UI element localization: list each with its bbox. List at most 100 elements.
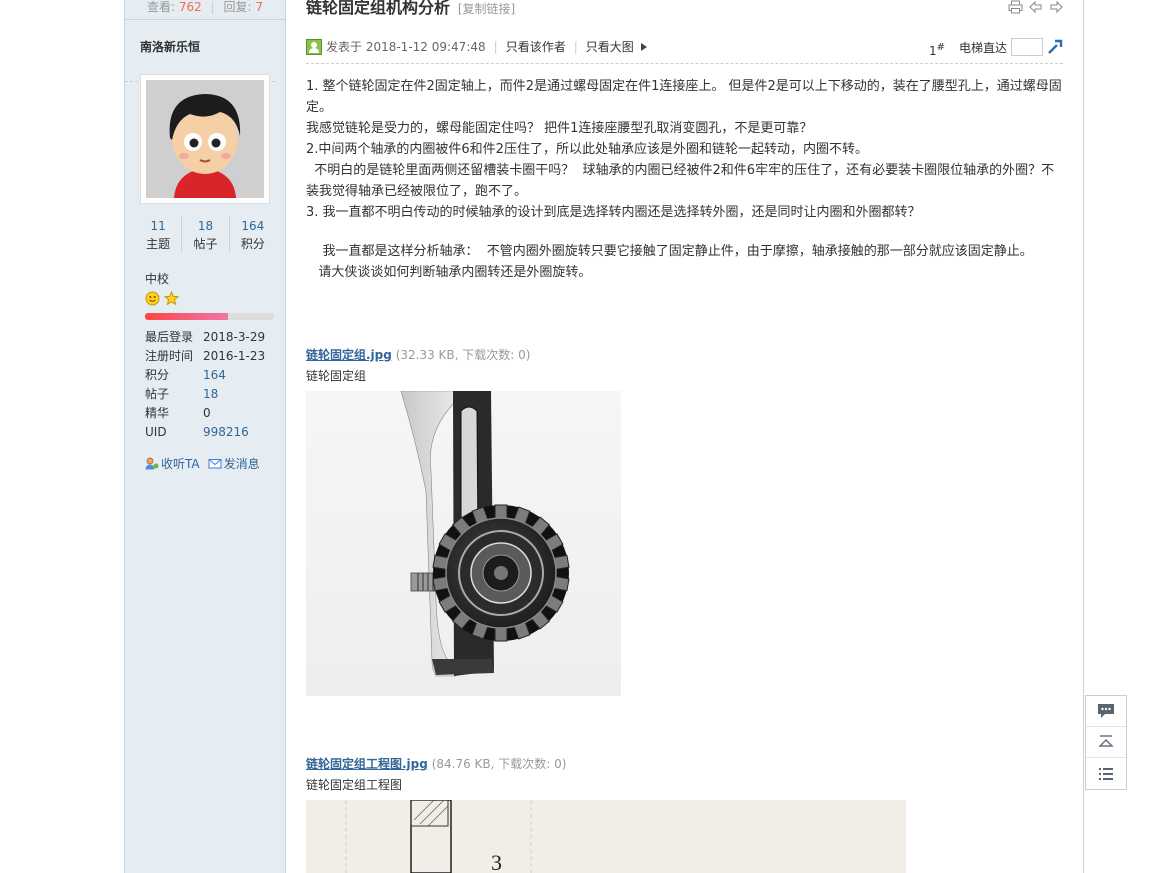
stat-label: 积分 xyxy=(240,237,265,251)
info-value-link[interactable]: 18 xyxy=(203,385,218,404)
post-paragraph xyxy=(306,223,1063,241)
post-paragraph: 我一直都是这样分析轴承： 不管内圈外圈旋转只要它接触了固定静止件，由于摩擦，轴承… xyxy=(306,244,1033,259)
attachment: 链轮固定组.jpg (32.33 KB, 下载次数: 0) 链轮固定组 xyxy=(306,346,530,383)
post-content: 1. 整个链轮固定在件2固定轴上，而件2是通过螺母固定在件1连接座上。 但是件2… xyxy=(306,76,1063,283)
level-progress-bar xyxy=(145,313,274,320)
stat-value: 18 xyxy=(197,219,214,233)
level-progress-fill xyxy=(145,313,228,320)
attachment-filename[interactable]: 链轮固定组.jpg xyxy=(306,348,392,362)
info-row: 积分 164 xyxy=(145,366,265,385)
info-key: 帖子 xyxy=(145,387,170,401)
replies-count: 7 xyxy=(255,0,263,14)
follow-label: 收听TA xyxy=(161,457,200,471)
envelope-icon xyxy=(208,459,222,469)
back-to-top-button[interactable] xyxy=(1086,727,1126,758)
info-row: 帖子 18 xyxy=(145,385,265,404)
author-stats: 11 主题 18 帖子 164 积分 xyxy=(135,216,276,252)
stat-value: 164 xyxy=(241,219,265,233)
info-key: 最后登录 xyxy=(145,330,194,344)
online-user-icon xyxy=(306,38,322,55)
star-icon xyxy=(163,290,180,306)
quick-reply-button[interactable] xyxy=(1086,696,1126,727)
message-label: 发消息 xyxy=(223,457,260,471)
divider: | xyxy=(573,39,578,54)
info-value: 2016-1-23 xyxy=(203,349,266,363)
rank-badges xyxy=(145,290,180,310)
floor-mark: # xyxy=(936,41,945,53)
author-name[interactable]: 南洛新乐恒 xyxy=(125,20,275,82)
post-time: 发表于 2018-1-12 09:47:48 xyxy=(326,40,486,54)
list-icon xyxy=(1099,767,1113,780)
stat-threads[interactable]: 11 主题 xyxy=(135,216,183,252)
author-actions: 收听TA 发消息 xyxy=(145,455,260,472)
rank-title: 中校 xyxy=(145,272,170,286)
attachment: 链轮固定组工程图.jpg (84.76 KB, 下载次数: 0) 链轮固定组工程… xyxy=(306,755,566,792)
info-value: 0 xyxy=(203,406,211,420)
post-title: 链轮固定组机构分析 xyxy=(306,0,451,17)
next-thread-icon[interactable] xyxy=(1049,0,1063,14)
post-meta-right: 1 # 电梯直达 xyxy=(929,36,1063,58)
stat-value: 11 xyxy=(150,219,166,233)
elevator-label: 电梯直达 xyxy=(958,40,1007,55)
post-paragraph: 请大侠谈谈如何判断轴承内圈转还是外圈旋转。 xyxy=(306,265,592,280)
send-message-button[interactable]: 发消息 xyxy=(208,455,260,472)
post-paragraph: 不明白的是链轮里面两侧还留槽装卡圈干吗？ 球轴承的内圈已经被件2和件6牢牢的压住… xyxy=(306,163,1055,199)
comment-icon xyxy=(1098,704,1114,718)
attachment-caption: 链轮固定组工程图 xyxy=(306,778,403,792)
attachment-meta: (84.76 KB, 下载次数: 0) xyxy=(431,757,567,771)
attachment-caption: 链轮固定组 xyxy=(306,369,367,383)
avatar[interactable] xyxy=(140,74,270,204)
only-big-image-link[interactable]: 只看大图 xyxy=(586,38,634,55)
info-value: 2018-3-29 xyxy=(203,330,266,344)
thread-tools xyxy=(1008,0,1063,14)
attachment-meta: (32.33 KB, 下载次数: 0) xyxy=(395,348,531,362)
author-sidebar: 查看: 762 | 回复: 7 南洛新乐恒 11 主题 18 帖子 164 积分… xyxy=(125,0,286,873)
info-key: 精华 xyxy=(145,406,170,420)
prev-thread-icon[interactable] xyxy=(1029,0,1043,14)
info-row: 注册时间 2016-1-23 xyxy=(145,347,265,366)
stat-points[interactable]: 164 积分 xyxy=(230,216,276,252)
info-value-link[interactable]: 998216 xyxy=(203,423,249,442)
only-author-link[interactable]: 只看该作者 xyxy=(506,38,566,55)
post-paragraph: 1. 整个链轮固定在件2固定轴上，而件2是通过螺母固定在件1连接座上。 但是件2… xyxy=(306,79,1062,115)
info-row: 最后登录 2018-3-29 xyxy=(145,328,265,347)
stat-label: 帖子 xyxy=(193,237,218,251)
info-key: 注册时间 xyxy=(145,349,194,363)
post-paragraph: 2.中间两个轴承的内圈被件6和件2压住了，所以此处轴承应该是外圈和链轮一起转动，… xyxy=(306,142,868,157)
info-value-link[interactable]: 164 xyxy=(203,366,226,385)
info-row: UID 998216 xyxy=(145,423,265,442)
views-label: 查看: xyxy=(147,0,176,14)
thread-stats: 查看: 762 | 回复: 7 xyxy=(125,0,285,20)
divider: | xyxy=(493,39,498,54)
post-title-row: 链轮固定组机构分析 [复制链接] xyxy=(306,0,1063,20)
drawing-part-number: 3 xyxy=(491,850,502,873)
go-arrow-icon[interactable] xyxy=(1047,39,1063,55)
printer-icon[interactable] xyxy=(1008,0,1023,14)
triangle-right-icon[interactable] xyxy=(638,41,650,53)
author-info: 最后登录 2018-3-29 注册时间 2016-1-23 积分 164 帖子 … xyxy=(145,328,265,442)
floor-number: 1 xyxy=(928,44,937,58)
info-key: UID xyxy=(145,425,167,439)
copy-link-button[interactable]: [复制链接] xyxy=(458,2,515,16)
smiley-icon xyxy=(145,291,160,306)
floating-toolbar xyxy=(1085,695,1127,790)
follow-button[interactable]: 收听TA xyxy=(145,455,200,472)
post-meta-left: 发表于 2018-1-12 09:47:48 | 只看该作者 | 只看大图 xyxy=(306,38,650,55)
post-meta: 发表于 2018-1-12 09:47:48 | 只看该作者 | 只看大图 1 … xyxy=(306,36,1063,64)
replies-label: 回复: xyxy=(223,0,252,14)
info-key: 积分 xyxy=(145,368,170,382)
attachment-filename[interactable]: 链轮固定组工程图.jpg xyxy=(306,757,428,771)
divider: | xyxy=(210,0,215,14)
stat-label: 主题 xyxy=(146,237,171,251)
engineering-drawing-image[interactable]: 3 xyxy=(306,800,906,873)
stat-posts[interactable]: 18 帖子 xyxy=(182,216,230,252)
back-to-list-button[interactable] xyxy=(1086,758,1126,789)
post-paragraph: 我感觉链轮是受力的，螺母能固定住吗？ 把件1连接座腰型孔取消变圆孔，不是更可靠？ xyxy=(306,121,813,136)
follow-icon xyxy=(145,457,159,470)
info-row: 精华 0 xyxy=(145,404,265,423)
post-paragraph: 3. 我一直都不明白传动的时候轴承的设计到底是选择转内圈还是选择转外圈，还是同时… xyxy=(306,205,921,220)
sprocket-assembly-image[interactable] xyxy=(306,391,621,696)
views-count: 762 xyxy=(178,0,202,14)
floor-jump-input[interactable] xyxy=(1011,38,1043,56)
post-main: 链轮固定组机构分析 [复制链接] 发表于 2018-1-12 09:47:48 … xyxy=(286,0,1083,873)
